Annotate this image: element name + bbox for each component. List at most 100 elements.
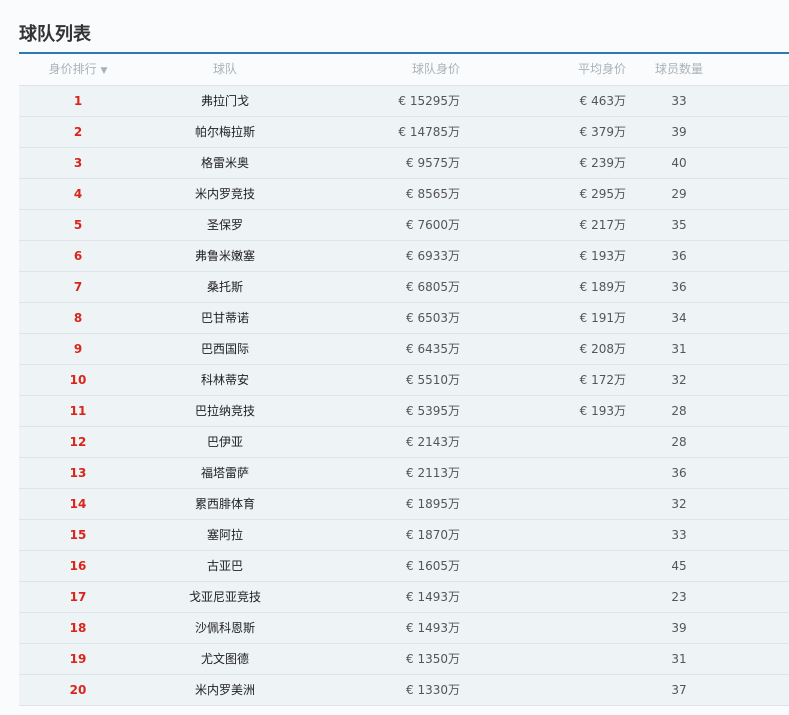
team-name: 沙佩科恩斯 xyxy=(194,621,255,635)
player-count: 35 xyxy=(671,218,687,232)
table-row[interactable]: 10 科林蒂安 € 5510万 € 172万 32 xyxy=(19,365,789,396)
avg-value xyxy=(460,675,626,705)
avg-value xyxy=(460,551,626,581)
team-value: € 1605万 xyxy=(406,559,460,573)
team-value: € 6503万 xyxy=(406,311,460,325)
rank-cell: 16 xyxy=(69,559,87,573)
rank-cell: 1 xyxy=(73,94,83,108)
team-value: € 5510万 xyxy=(406,373,460,387)
avg-value xyxy=(460,613,626,643)
avg-value xyxy=(460,520,626,550)
avg-value: € 172万 xyxy=(579,373,626,387)
team-value: € 6933万 xyxy=(406,249,460,263)
page-title: 球队列表 xyxy=(19,24,91,45)
table-row[interactable]: 3 格雷米奥 € 9575万 € 239万 40 xyxy=(19,148,789,179)
table-row[interactable]: 9 巴西国际 € 6435万 € 208万 31 xyxy=(19,334,789,365)
table-row[interactable]: 20 米内罗美洲 € 1330万 37 xyxy=(19,675,789,706)
team-name: 巴甘蒂诺 xyxy=(200,311,249,325)
team-name: 巴西国际 xyxy=(200,342,249,356)
rank-cell: 10 xyxy=(69,373,87,387)
team-value: € 1330万 xyxy=(406,683,460,697)
team-value: € 5395万 xyxy=(406,404,460,418)
avg-value: € 191万 xyxy=(579,311,626,325)
player-count: 40 xyxy=(671,156,687,170)
player-count: 39 xyxy=(671,125,687,139)
team-name: 累西腓体育 xyxy=(194,497,255,511)
rank-cell: 7 xyxy=(73,280,83,294)
team-value: € 14785万 xyxy=(398,125,460,139)
table-header: 身价排行 ▼ 球队 球队身价 平均身价 球员数量 xyxy=(19,54,789,86)
table-row[interactable]: 18 沙佩科恩斯 € 1493万 39 xyxy=(19,613,789,644)
player-count: 28 xyxy=(671,435,687,449)
team-value: € 1493万 xyxy=(406,621,460,635)
avg-value: € 295万 xyxy=(579,187,626,201)
team-table: 身价排行 ▼ 球队 球队身价 平均身价 球员数量 1 弗拉门戈 € 15295万 € … xyxy=(19,52,789,706)
team-value: € 9575万 xyxy=(406,156,460,170)
avg-value: € 463万 xyxy=(579,94,626,108)
avg-header: 平均身价 xyxy=(577,62,626,76)
rank-cell: 11 xyxy=(69,404,87,418)
team-value: € 1895万 xyxy=(406,497,460,511)
rank-cell: 2 xyxy=(73,125,83,139)
team-header: 球队 xyxy=(212,62,237,76)
avg-value xyxy=(460,582,626,612)
player-count: 33 xyxy=(671,528,687,542)
avg-value: € 189万 xyxy=(579,280,626,294)
rank-cell: 8 xyxy=(73,311,83,325)
table-row[interactable]: 11 巴拉纳竞技 € 5395万 € 193万 28 xyxy=(19,396,789,427)
team-name: 圣保罗 xyxy=(206,218,243,232)
team-value: € 1350万 xyxy=(406,652,460,666)
team-value: € 8565万 xyxy=(406,187,460,201)
rank-cell: 12 xyxy=(69,435,87,449)
player-count: 36 xyxy=(671,466,687,480)
team-name: 科林蒂安 xyxy=(200,373,249,387)
sort-rank-header[interactable]: 身价排行 ▼ xyxy=(19,54,137,85)
count-header: 球员数量 xyxy=(654,62,703,76)
rank-cell: 14 xyxy=(69,497,87,511)
rank-cell: 5 xyxy=(73,218,83,232)
table-row[interactable]: 2 帕尔梅拉斯 € 14785万 € 379万 39 xyxy=(19,117,789,148)
rank-cell: 9 xyxy=(73,342,83,356)
team-name: 塞阿拉 xyxy=(206,528,243,542)
rank-cell: 20 xyxy=(69,683,87,697)
table-row[interactable]: 14 累西腓体育 € 1895万 32 xyxy=(19,489,789,520)
table-row[interactable]: 15 塞阿拉 € 1870万 33 xyxy=(19,520,789,551)
player-count: 37 xyxy=(671,683,687,697)
avg-value: € 379万 xyxy=(579,125,626,139)
rank-cell: 13 xyxy=(69,466,87,480)
rank-header-label: 身价排行 xyxy=(48,62,97,76)
table-row[interactable]: 12 巴伊亚 € 2143万 28 xyxy=(19,427,789,458)
player-count: 28 xyxy=(671,404,687,418)
table-row[interactable]: 5 圣保罗 € 7600万 € 217万 35 xyxy=(19,210,789,241)
avg-value: € 208万 xyxy=(579,342,626,356)
table-row[interactable]: 8 巴甘蒂诺 € 6503万 € 191万 34 xyxy=(19,303,789,334)
team-name: 尤文图德 xyxy=(200,652,249,666)
team-name: 米内罗竞技 xyxy=(194,187,255,201)
table-row[interactable]: 16 古亚巴 € 1605万 45 xyxy=(19,551,789,582)
team-name: 桑托斯 xyxy=(206,280,243,294)
player-count: 34 xyxy=(671,311,687,325)
table-row[interactable]: 6 弗鲁米嫩塞 € 6933万 € 193万 36 xyxy=(19,241,789,272)
avg-value: € 193万 xyxy=(579,249,626,263)
table-row[interactable]: 13 福塔雷萨 € 2113万 36 xyxy=(19,458,789,489)
team-value: € 15295万 xyxy=(398,94,460,108)
player-count: 33 xyxy=(671,94,687,108)
table-row[interactable]: 19 尤文图德 € 1350万 31 xyxy=(19,644,789,675)
team-name: 格雷米奥 xyxy=(200,156,249,170)
rank-cell: 15 xyxy=(69,528,87,542)
player-count: 32 xyxy=(671,373,687,387)
table-row[interactable]: 4 米内罗竞技 € 8565万 € 295万 29 xyxy=(19,179,789,210)
table-row[interactable]: 1 弗拉门戈 € 15295万 € 463万 33 xyxy=(19,86,789,117)
table-row[interactable]: 7 桑托斯 € 6805万 € 189万 36 xyxy=(19,272,789,303)
team-name: 弗拉门戈 xyxy=(200,94,249,108)
team-name: 巴伊亚 xyxy=(206,435,243,449)
avg-value: € 217万 xyxy=(579,218,626,232)
avg-value: € 239万 xyxy=(579,156,626,170)
player-count: 32 xyxy=(671,497,687,511)
player-count: 36 xyxy=(671,249,687,263)
rank-cell: 3 xyxy=(73,156,83,170)
sort-down-icon: ▼ xyxy=(100,66,108,76)
avg-value xyxy=(460,489,626,519)
table-row[interactable]: 17 戈亚尼亚竞技 € 1493万 23 xyxy=(19,582,789,613)
team-value: € 6805万 xyxy=(406,280,460,294)
